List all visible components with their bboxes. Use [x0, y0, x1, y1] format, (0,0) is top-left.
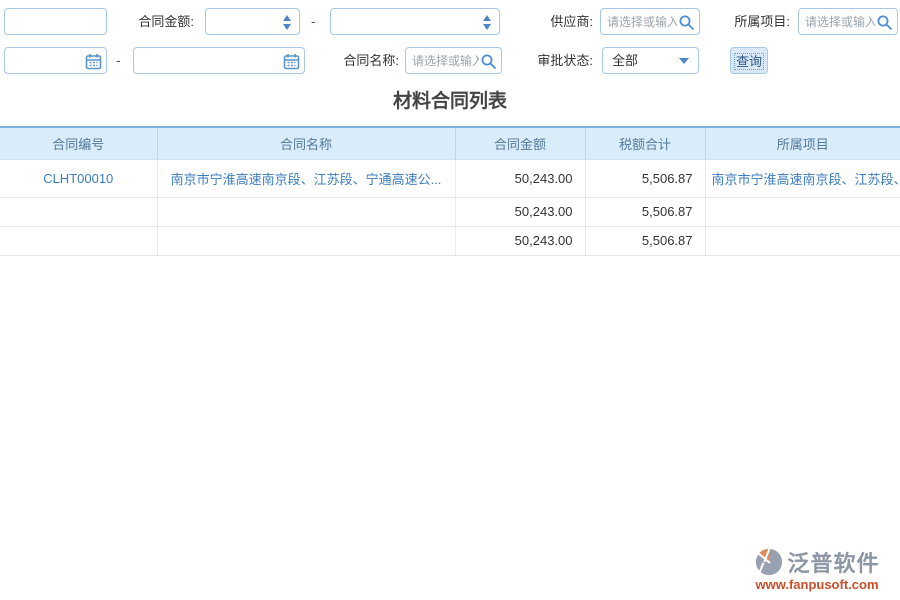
- contract-name-cell: [157, 226, 455, 255]
- contract-amount-cell: 50,243.00: [455, 197, 585, 226]
- approval-status-value: 全部: [612, 48, 638, 73]
- query-button-label: 查询: [735, 54, 763, 69]
- spin-up-icon[interactable]: [283, 15, 291, 21]
- search-icon[interactable]: [876, 14, 893, 31]
- col-header-contract-name[interactable]: 合同名称: [157, 127, 455, 159]
- amount-to-spinner: [330, 8, 500, 35]
- calendar-icon[interactable]: [85, 53, 102, 70]
- table-row: CLHT00010 南京市宁淮高速南京段、江苏段、宁通高速公... 50,243…: [0, 159, 900, 197]
- calendar-icon[interactable]: [283, 53, 300, 70]
- spinner-arrows-icon[interactable]: [483, 14, 492, 31]
- material-contract-list-page: 合同金额: - 供应商: 所属项目:: [0, 0, 900, 600]
- amount-range-dash: -: [311, 8, 316, 35]
- project-label: 所属项目:: [716, 8, 790, 35]
- tax-total-cell: 5,506.87: [585, 226, 705, 255]
- filter-panel: 合同金额: - 供应商: 所属项目:: [0, 0, 900, 84]
- contract-amount-cell: 50,243.00: [455, 159, 585, 197]
- project-search-box: [798, 8, 898, 35]
- spinner-arrows-icon[interactable]: [283, 14, 292, 31]
- col-header-tax-total[interactable]: 税额合计: [585, 127, 705, 159]
- col-header-contract-code[interactable]: 合同编号: [0, 127, 157, 159]
- table-row: 50,243.00 5,506.87: [0, 226, 900, 255]
- supplier-search-box: [600, 8, 700, 35]
- search-icon[interactable]: [678, 14, 695, 31]
- query-button[interactable]: 查询: [730, 47, 768, 74]
- contract-code-cell: [0, 197, 157, 226]
- amount-label: 合同金额:: [118, 8, 194, 35]
- table-row: 50,243.00 5,506.87: [0, 197, 900, 226]
- amount-to-input[interactable]: [331, 9, 499, 34]
- contract-name-search-box: [405, 47, 502, 74]
- contract-amount-cell: 50,243.00: [455, 226, 585, 255]
- contract-name-link[interactable]: 南京市宁淮高速南京段、江苏段、宁通高速公...: [171, 172, 442, 187]
- brand-name: 泛普软件: [787, 546, 879, 578]
- contract-code-link[interactable]: CLHT00010: [43, 171, 113, 186]
- fanpu-logo-icon: [754, 547, 784, 577]
- date-range-dash: -: [116, 47, 121, 74]
- date-to-input[interactable]: [134, 48, 304, 73]
- col-header-contract-amount[interactable]: 合同金额: [455, 127, 585, 159]
- approval-status-select[interactable]: 全部: [602, 47, 699, 74]
- tax-total-cell: 5,506.87: [585, 159, 705, 197]
- date-from-box: [4, 47, 107, 74]
- table-header-row: 合同编号 合同名称 合同金额 税额合计 所属项目: [0, 127, 900, 159]
- amount-from-spinner: [205, 8, 300, 35]
- spin-up-icon[interactable]: [483, 15, 491, 21]
- project-cell: [705, 226, 900, 255]
- contract-code-input[interactable]: [4, 8, 107, 35]
- approval-status-label: 审批状态:: [519, 47, 593, 74]
- spin-down-icon[interactable]: [283, 24, 291, 30]
- date-to-box: [133, 47, 305, 74]
- project-link[interactable]: 南京市宁淮高速南京段、江苏段、: [712, 172, 900, 187]
- search-icon[interactable]: [480, 53, 497, 70]
- col-header-project[interactable]: 所属项目: [705, 127, 900, 159]
- contract-name-cell: [157, 197, 455, 226]
- brand-url[interactable]: www.fanpusoft.com: [742, 577, 892, 592]
- contract-table: 合同编号 合同名称 合同金额 税额合计 所属项目 CLHT00010 南京市宁淮…: [0, 126, 900, 256]
- supplier-label: 供应商:: [528, 8, 593, 35]
- brand-footer: 泛普软件 www.fanpusoft.com: [742, 546, 892, 592]
- project-cell: [705, 197, 900, 226]
- chevron-down-icon: [679, 58, 689, 64]
- page-title: 材料合同列表: [0, 86, 900, 113]
- spin-down-icon[interactable]: [483, 24, 491, 30]
- contract-name-label: 合同名称:: [325, 47, 399, 74]
- tax-total-cell: 5,506.87: [585, 197, 705, 226]
- contract-code-cell: [0, 226, 157, 255]
